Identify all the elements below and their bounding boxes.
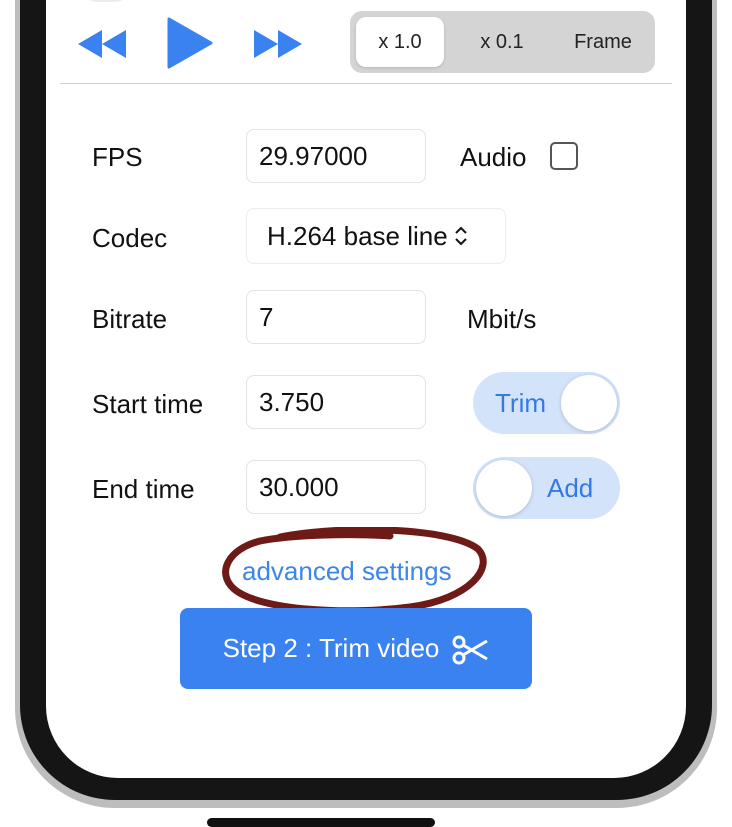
add-toggle-label: Add [547,473,594,503]
codec-select[interactable]: H.264 base line [246,208,506,264]
trim-video-button-label: Step 2 : Trim video [222,633,440,663]
speed-segmented-control: x 1.0 x 0.1 Frame [350,11,655,73]
audio-label: Audio [460,142,527,172]
trim-toggle-label: Trim [495,388,547,418]
codec-label: Codec [92,223,168,253]
rewind-icon[interactable] [76,28,128,60]
fps-label: FPS [92,142,143,172]
fast-forward-icon[interactable] [252,28,304,60]
audio-checkbox[interactable] [550,142,578,170]
divider [60,83,672,84]
start-time-label: Start time [92,389,204,419]
trim-toggle[interactable]: Trim [473,372,620,434]
trim-video-button[interactable]: Step 2 : Trim video [180,608,532,689]
bitrate-input[interactable] [246,290,426,344]
scissors-icon [452,635,489,665]
speed-option-1x[interactable]: x 1.0 [356,17,444,67]
fps-input[interactable] [246,129,426,183]
toggle-knob [561,375,617,431]
bitrate-unit: Mbit/s [467,304,537,334]
play-icon[interactable] [167,17,213,69]
end-time-label: End time [92,474,195,504]
partial-button-top [76,0,136,2]
chevron-up-down-icon [454,211,468,265]
home-indicator [207,818,435,827]
codec-select-value: H.264 base line [267,221,448,251]
screen: x 1.0 x 0.1 Frame FPS Audio Codec H.264 … [46,0,686,778]
add-toggle[interactable]: Add [473,457,620,519]
speed-option-frame[interactable]: Frame [558,17,648,67]
speed-option-0-1x[interactable]: x 0.1 [458,17,546,67]
end-time-input[interactable] [246,460,426,514]
start-time-input[interactable] [246,375,426,429]
toggle-knob [476,460,532,516]
bitrate-label: Bitrate [92,304,168,334]
